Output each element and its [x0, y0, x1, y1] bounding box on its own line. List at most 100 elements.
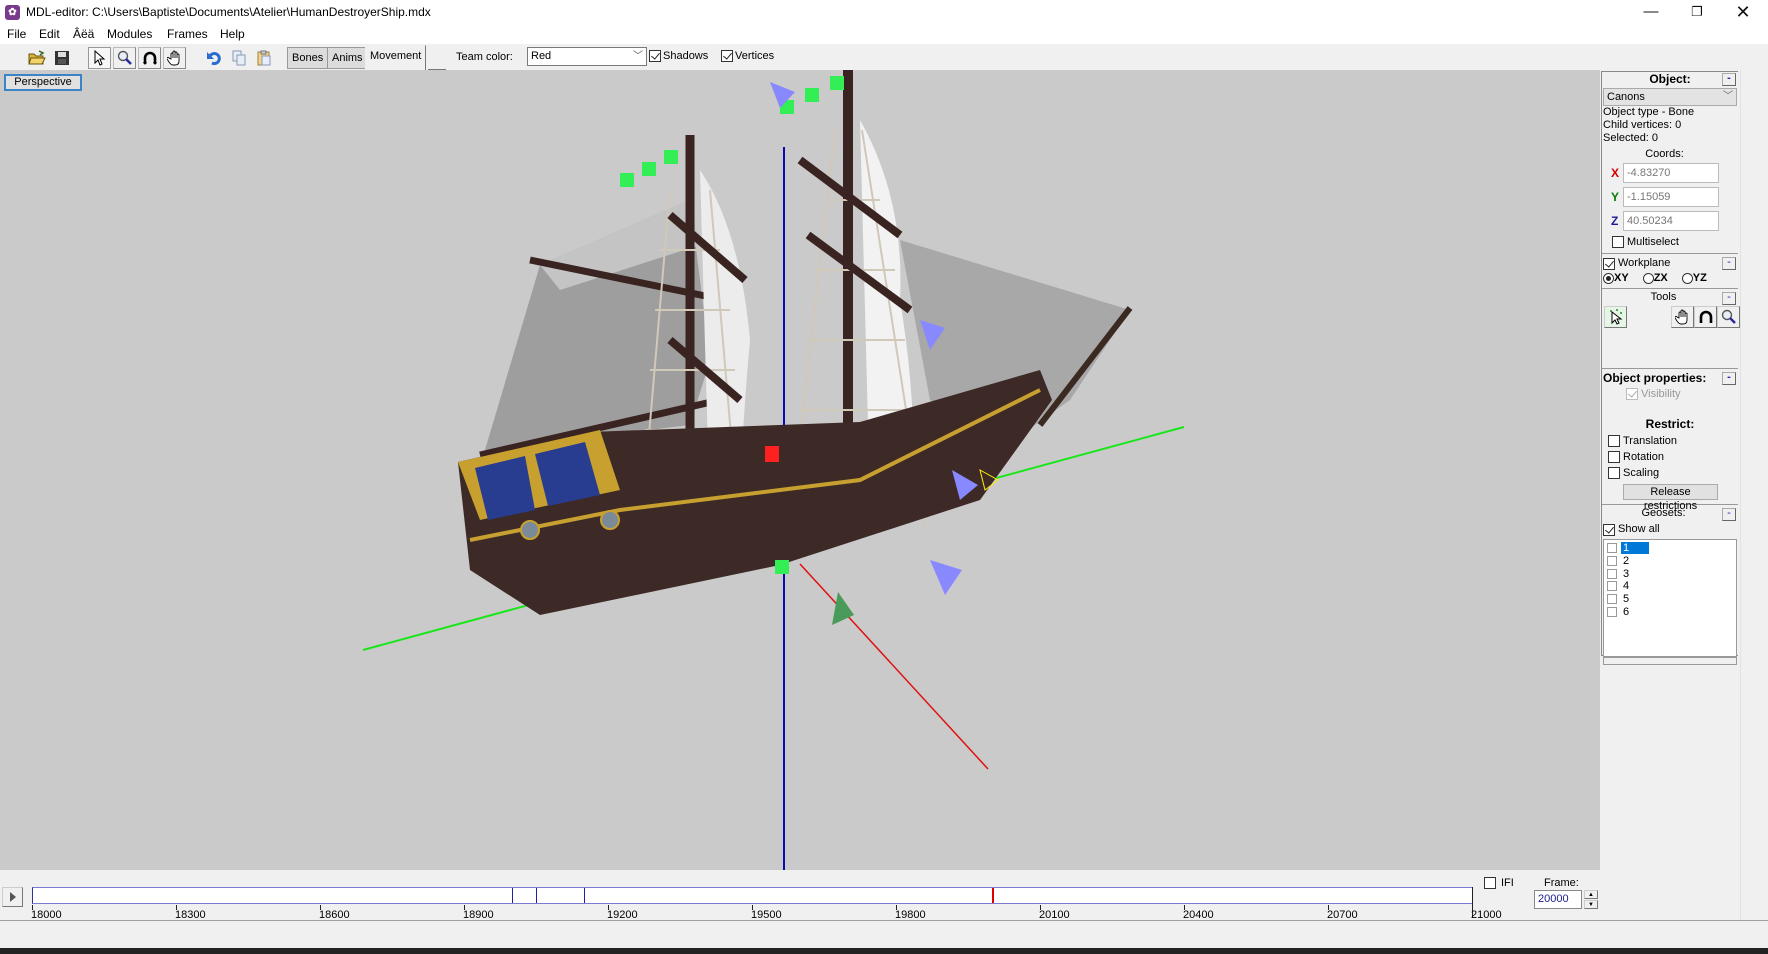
restrict-scaling-checkbox[interactable]: Scaling — [1602, 465, 1738, 481]
ifi-checkbox[interactable]: IFI — [1484, 877, 1514, 889]
vertices-checkbox[interactable]: Vertices — [721, 50, 774, 62]
keyframe-marker[interactable] — [536, 888, 537, 903]
geoset-item[interactable]: 3 — [1604, 567, 1736, 580]
geosets-header: Geosets: - — [1602, 507, 1738, 522]
restrict-header: Restrict: — [1645, 417, 1695, 431]
coord-z-row: Z 40.50234 — [1602, 209, 1738, 233]
team-color-value: Red — [531, 50, 552, 62]
z-label: Z — [1611, 214, 1619, 228]
perspective-button[interactable]: Perspective — [4, 74, 82, 91]
menu-frames[interactable]: Frames — [166, 27, 209, 41]
3d-viewport[interactable]: Perspective — [0, 70, 1600, 870]
menu-edit[interactable]: Edit — [38, 27, 61, 41]
radio-xy[interactable] — [1603, 273, 1614, 284]
rotate-icon[interactable] — [1694, 306, 1717, 328]
menu-view[interactable]: Âëä — [72, 27, 95, 41]
restrict-rotation-checkbox[interactable]: Rotation — [1602, 449, 1738, 465]
coord-x-input[interactable]: -4.83270 — [1623, 163, 1719, 183]
undo-icon[interactable] — [202, 47, 225, 69]
pan-hand-icon[interactable] — [1671, 306, 1694, 328]
copy-icon[interactable] — [227, 47, 250, 69]
selected-count: Selected: 0 — [1603, 132, 1659, 144]
timeline-track[interactable] — [32, 887, 1473, 904]
toolbar: Bones Anims Movement Team color: — [0, 44, 1768, 71]
paste-icon[interactable] — [252, 47, 275, 69]
collapse-properties-button[interactable]: - — [1722, 372, 1736, 385]
geoset-item[interactable]: 2 — [1604, 555, 1736, 568]
open-folder-icon[interactable] — [25, 47, 48, 69]
geoset-item[interactable]: 5 — [1604, 593, 1736, 606]
timeline: IFI Frame: 20000 ▲ ▼ 18000 18300 18600 1890… — [0, 870, 1601, 921]
radio-yz[interactable] — [1681, 273, 1693, 284]
restrict-translation-checkbox[interactable]: Translation — [1602, 433, 1738, 449]
collapse-workplane-button[interactable]: - — [1722, 257, 1736, 270]
zoom-icon[interactable] — [1717, 306, 1740, 328]
team-color-select[interactable]: Red ﹀ — [527, 47, 647, 66]
object-type: Object type - Bone — [1603, 106, 1695, 118]
vertices-label: Vertices — [735, 50, 775, 62]
y-label: Y — [1611, 190, 1620, 204]
geoset-list-scrollbar[interactable] — [1603, 657, 1737, 665]
release-restrictions-button[interactable]: Release restrictions — [1623, 484, 1718, 512]
frame-increment-button[interactable]: ▲ — [1584, 890, 1598, 899]
geoset-list[interactable]: 1 2 3 4 5 6 — [1603, 539, 1737, 657]
chevron-down-icon: ﹀ — [633, 51, 643, 62]
maximize-button[interactable]: ❐ — [1674, 0, 1720, 26]
geoset-item[interactable]: 6 — [1604, 605, 1736, 618]
coord-x-row: X -4.83270 — [1602, 161, 1738, 185]
visibility-checkbox: Visibility — [1602, 387, 1738, 401]
collapse-object-button[interactable]: - — [1722, 73, 1736, 86]
status-bar — [0, 920, 1768, 948]
multiselect-checkbox[interactable]: Multiselect — [1602, 233, 1738, 251]
team-color-label: Team color: — [456, 51, 513, 63]
pan-hand-icon[interactable] — [163, 47, 186, 69]
close-button[interactable]: ✕ — [1720, 0, 1766, 26]
tab-movement[interactable]: Movement — [365, 45, 427, 71]
play-button[interactable] — [2, 887, 23, 907]
minimize-button[interactable]: — — [1628, 0, 1674, 26]
shadows-check-icon[interactable] — [649, 50, 661, 62]
workplane-checkbox[interactable]: Workplane - — [1602, 256, 1738, 271]
frame-input[interactable]: 20000 — [1534, 890, 1582, 909]
shadows-checkbox[interactable]: Shadows — [649, 50, 708, 62]
object-properties-header: Object properties: - — [1602, 371, 1738, 387]
zoom-icon[interactable] — [113, 47, 136, 69]
taskbar-edge — [0, 948, 1768, 954]
object-select[interactable]: Canons ﹀ — [1603, 88, 1737, 106]
select-pointer-icon[interactable] — [88, 47, 111, 69]
rotate-icon[interactable] — [138, 47, 161, 69]
menu-bar: File Edit Âëä Modules Frames Help — [0, 26, 1768, 44]
plane-radio-group: XY ZX YZ — [1602, 271, 1738, 286]
collapse-geosets-button[interactable]: - — [1722, 508, 1736, 521]
tab-anims[interactable]: Anims — [327, 47, 368, 69]
object-panel: Object: - Canons ﹀ Object type - Bone Ch… — [1601, 71, 1740, 665]
collapse-tools-button[interactable]: - — [1722, 292, 1736, 305]
x-axis-line — [799, 563, 989, 770]
menu-modules[interactable]: Modules — [106, 27, 153, 41]
show-all-checkbox[interactable]: Show all — [1602, 522, 1738, 537]
coord-z-input[interactable]: 40.50234 — [1623, 211, 1719, 231]
coord-y-row: Y -1.15059 — [1602, 185, 1738, 209]
menu-file[interactable]: File — [6, 27, 27, 41]
frame-decrement-button[interactable]: ▼ — [1584, 900, 1598, 909]
current-frame-marker[interactable] — [992, 888, 994, 903]
keyframe-marker[interactable] — [512, 888, 513, 903]
geoset-item[interactable]: 1 — [1604, 542, 1736, 555]
tools-row — [1602, 306, 1740, 366]
save-icon[interactable] — [50, 47, 73, 69]
selected-bone-marker — [765, 446, 779, 462]
keyframe-marker[interactable] — [584, 888, 585, 903]
divider — [1602, 253, 1738, 254]
radio-zx[interactable] — [1642, 273, 1654, 284]
select-vertex-icon[interactable] — [1604, 306, 1627, 328]
tools-header: Tools - — [1602, 291, 1738, 306]
vertices-check-icon[interactable] — [721, 50, 733, 62]
tab-bones[interactable]: Bones — [287, 47, 329, 69]
geoset-item[interactable]: 4 — [1604, 580, 1736, 593]
divider — [1602, 288, 1738, 289]
coord-y-input[interactable]: -1.15059 — [1623, 187, 1719, 207]
coords-label: Coords: — [1645, 148, 1684, 160]
title-bar: ✿ MDL-editor: C:\Users\Baptiste\Document… — [0, 0, 1768, 26]
menu-help[interactable]: Help — [219, 27, 246, 41]
object-header: Object: - — [1602, 72, 1738, 88]
